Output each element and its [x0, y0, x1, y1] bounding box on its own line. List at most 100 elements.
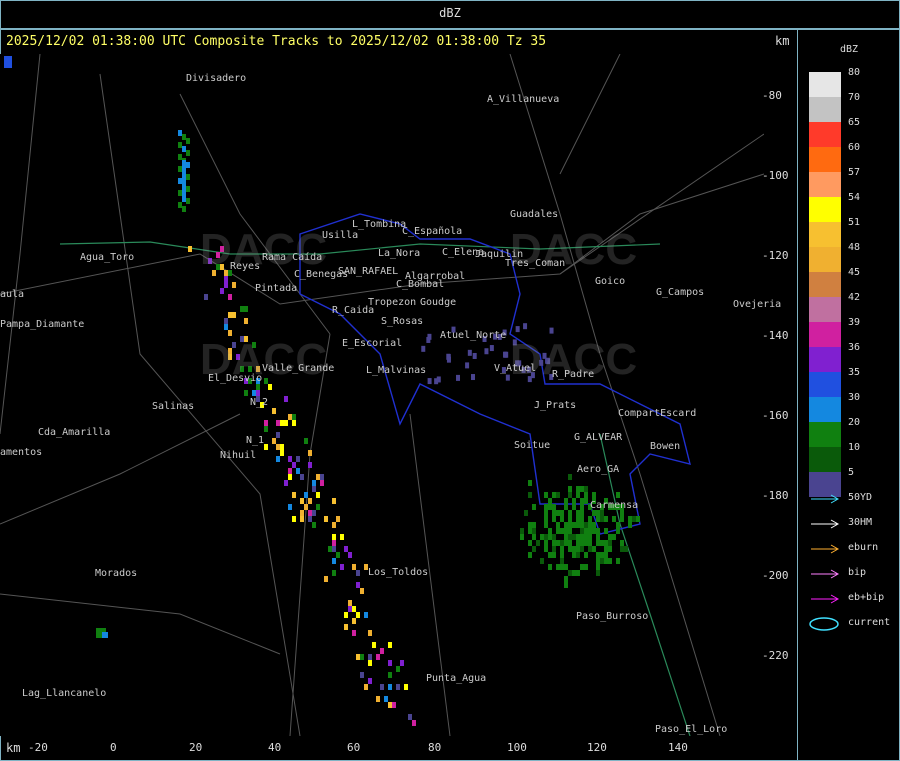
echo-cell — [352, 606, 356, 612]
echo-cell — [532, 504, 536, 510]
color-label-5: 5 — [848, 467, 854, 478]
echo-cell — [576, 492, 580, 498]
color-label-48: 48 — [848, 242, 860, 253]
echo-cell — [572, 534, 576, 540]
unit-km-top: km — [775, 34, 789, 48]
echo-cell — [421, 346, 425, 352]
echo-cell — [576, 486, 580, 492]
echo-cell — [564, 522, 568, 528]
place-label: Atuel_Norte — [440, 330, 506, 341]
echo-cell — [332, 534, 336, 540]
echo-cell — [344, 612, 348, 618]
echo-cell — [280, 444, 284, 450]
place-label: Tres_Coman — [505, 258, 565, 269]
echo-cell — [528, 480, 532, 486]
echo-cell — [568, 534, 572, 540]
echo-cell — [552, 516, 556, 522]
color-label-30: 30 — [848, 392, 860, 403]
place-label: C_Bombal — [396, 279, 444, 290]
arrow-icon — [809, 567, 841, 581]
echo-cell — [256, 390, 260, 396]
echo-cell — [550, 328, 554, 334]
track-label: 50YD — [848, 492, 872, 503]
echo-cell — [560, 510, 564, 516]
echo-cell — [368, 678, 372, 684]
echo-cell — [320, 480, 324, 486]
echo-cell — [220, 288, 224, 294]
echo-cell — [524, 510, 528, 516]
place-label: Goico — [595, 276, 625, 287]
place-label: Punta_Agua — [426, 673, 486, 684]
echo-cell — [580, 504, 584, 510]
echo-cell — [412, 720, 416, 726]
echo-cell — [490, 345, 494, 351]
echo-cell — [552, 546, 556, 552]
place-label: Los_Toldos — [368, 567, 428, 578]
echo-cell — [428, 378, 432, 384]
echo-cell — [528, 540, 532, 546]
echo-cell — [224, 276, 228, 282]
echo-cell — [596, 540, 600, 546]
color-label-45: 45 — [848, 267, 860, 278]
echo-cell — [532, 522, 536, 528]
echo-cell — [600, 540, 604, 546]
echo-cell — [596, 552, 600, 558]
color-label-54: 54 — [848, 192, 860, 203]
echo-cell — [280, 450, 284, 456]
echo-cell — [528, 522, 532, 528]
echo-cell — [300, 474, 304, 480]
place-label: Bowen — [650, 441, 680, 452]
color-label-36: 36 — [848, 342, 860, 353]
color-label-39: 39 — [848, 317, 860, 328]
echo-cell — [560, 564, 564, 570]
echo-cell — [584, 492, 588, 498]
echo-cell — [312, 480, 316, 486]
echo-cell — [568, 528, 572, 534]
radar-map[interactable]: DACC DACC DACC DACC — [0, 54, 764, 736]
echo-cell — [528, 492, 532, 498]
echo-cell — [600, 516, 604, 522]
echo-cell — [556, 540, 560, 546]
echo-cell — [268, 384, 272, 390]
echo-cell — [596, 558, 600, 564]
echo-cell — [348, 606, 352, 612]
echo-cell — [102, 632, 108, 638]
y-tick-2: -120 — [762, 249, 789, 262]
color-swatch-54 — [809, 197, 841, 222]
echo-cell — [548, 534, 552, 540]
echo-cell — [604, 528, 608, 534]
place-label: G_ALVEAR — [574, 432, 622, 443]
place-label: Reyes — [230, 261, 260, 272]
echo-cell — [588, 516, 592, 522]
echo-cell — [228, 294, 232, 300]
echo-cell — [328, 546, 332, 552]
echo-cell — [356, 612, 360, 618]
echo-cell — [568, 486, 572, 492]
echo-cell — [560, 558, 564, 564]
echo-cell — [388, 702, 392, 708]
echo-cell — [344, 624, 348, 630]
echo-cell — [178, 190, 182, 196]
echo-cell — [552, 510, 556, 516]
echo-cell — [596, 516, 600, 522]
echo-cell — [556, 564, 560, 570]
echo-cell — [188, 246, 192, 252]
echo-cell — [628, 516, 632, 522]
echo-cell — [528, 528, 532, 534]
echo-cell — [316, 474, 320, 480]
x-tick-1: 0 — [110, 741, 117, 754]
echo-cell — [264, 420, 268, 426]
dbz-color-bar — [809, 72, 841, 497]
place-label: Pampa_Diamante — [0, 319, 84, 330]
color-swatch-65 — [809, 122, 841, 147]
echo-cell — [616, 528, 620, 534]
echo-cell — [523, 323, 527, 329]
echo-cell — [292, 420, 296, 426]
color-label-60: 60 — [848, 142, 860, 153]
echo-cell — [636, 516, 640, 522]
echo-cell — [376, 654, 380, 660]
echo-cell — [576, 522, 580, 528]
place-label: A_Villanueva — [487, 94, 559, 105]
color-swatch-48 — [809, 247, 841, 272]
color-swatch-35 — [809, 372, 841, 397]
